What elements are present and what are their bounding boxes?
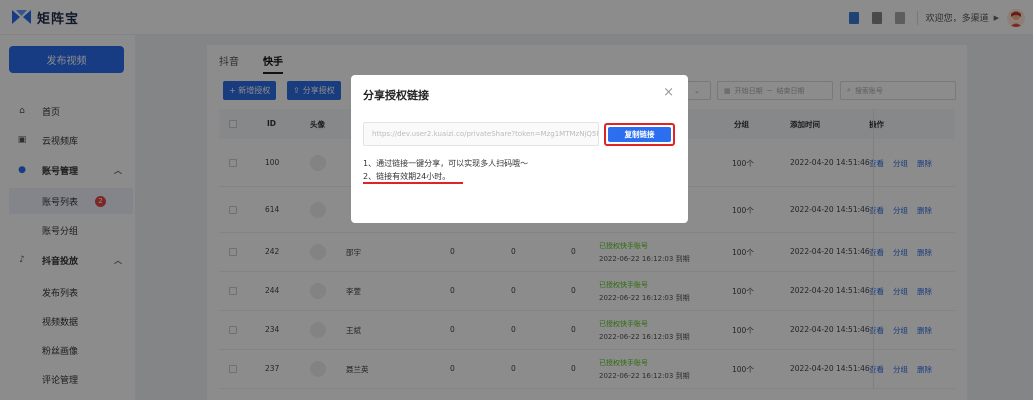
modal-title: 分享授权链接 bbox=[363, 89, 429, 102]
share-link-modal: 分享授权链接 × https://dev.user2.kuaizi.co/pri… bbox=[351, 75, 688, 223]
close-icon[interactable]: × bbox=[663, 86, 674, 99]
highlight-underline bbox=[363, 182, 463, 184]
copy-link-button[interactable]: 复制链接 bbox=[608, 127, 671, 142]
tip-line: 1、通过链接一键分享，可以实现多人扫码哦～ bbox=[363, 159, 529, 168]
copy-highlight: 复制链接 bbox=[604, 123, 675, 146]
share-link-input[interactable]: https://dev.user2.kuaizi.co/privateShare… bbox=[363, 122, 599, 146]
tip-line: 2、链接有效期24小时。 bbox=[363, 172, 451, 181]
